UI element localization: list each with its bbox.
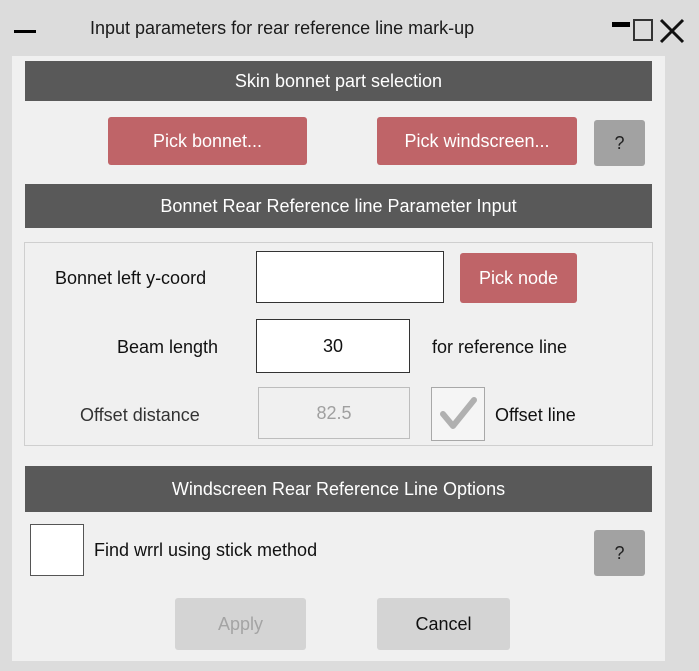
skin-help-button[interactable]: ? <box>594 120 645 166</box>
beam-length-input[interactable] <box>256 319 410 373</box>
pick-bonnet-button[interactable]: Pick bonnet... <box>108 117 307 165</box>
skin-section-header: Skin bonnet part selection <box>25 61 652 101</box>
bonnet-left-y-label: Bonnet left y-coord <box>55 268 207 288</box>
checkmark-icon <box>440 397 477 429</box>
offset-distance-label: Offset distance <box>80 405 200 425</box>
windscreen-section-header: Windscreen Rear Reference Line Options <box>25 466 652 512</box>
stick-method-label: Find wrrl using stick method <box>94 540 318 560</box>
offset-line-checkbox[interactable] <box>431 387 485 441</box>
maximize-icon[interactable] <box>633 19 653 41</box>
windscreen-help-button[interactable]: ? <box>594 530 645 576</box>
apply-button[interactable]: Apply <box>175 598 306 650</box>
dialog-window: Input parameters for rear reference line… <box>0 0 699 671</box>
minimize-icon[interactable] <box>612 22 630 27</box>
window-title: Input parameters for rear reference line… <box>90 18 475 38</box>
for-reference-line-label: for reference line <box>432 337 568 357</box>
pick-windscreen-button[interactable]: Pick windscreen... <box>377 117 577 165</box>
cancel-button[interactable]: Cancel <box>377 598 510 650</box>
close-icon[interactable] <box>657 16 687 46</box>
stick-method-checkbox[interactable] <box>30 524 84 576</box>
beam-length-label: Beam length <box>117 337 219 357</box>
offset-distance-input <box>258 387 410 439</box>
pick-node-button[interactable]: Pick node <box>460 253 577 303</box>
title-bar[interactable]: Input parameters for rear reference line… <box>0 0 699 56</box>
offset-line-label: Offset line <box>495 405 576 425</box>
bonnet-left-y-input[interactable] <box>256 251 444 303</box>
window-menu-icon[interactable] <box>14 30 36 33</box>
bonnet-section-header: Bonnet Rear Reference line Parameter Inp… <box>25 184 652 228</box>
